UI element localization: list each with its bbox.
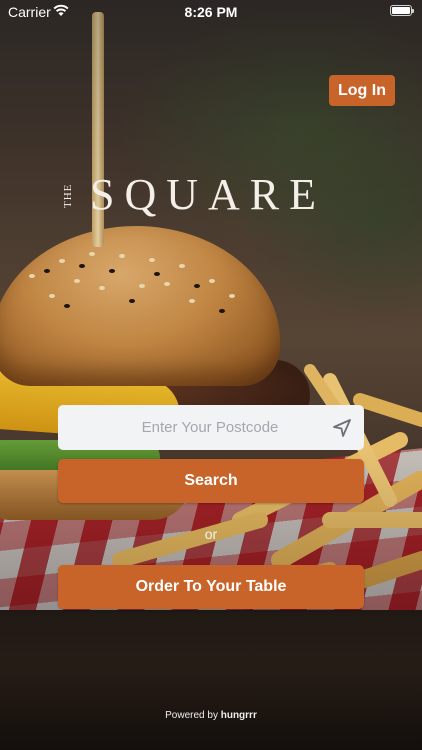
logo-prefix: THE (62, 183, 74, 209)
background-food-photo (0, 0, 422, 750)
or-divider: or (204, 526, 218, 542)
powered-by-footer: Powered by hungrrr (0, 710, 422, 721)
logo-name: SQUARE (90, 170, 327, 219)
order-to-table-button[interactable]: Order To Your Table (58, 565, 364, 609)
powered-by-brand[interactable]: hungrrr (221, 710, 257, 721)
search-button[interactable]: Search (58, 459, 364, 503)
login-button[interactable]: Log In (329, 75, 395, 106)
postcode-input[interactable] (58, 405, 328, 450)
restaurant-logo: THE SQUARE (58, 170, 368, 220)
postcode-field (58, 405, 364, 450)
location-arrow-icon[interactable] (332, 418, 352, 438)
status-time: 8:26 PM (184, 4, 238, 20)
status-bar: Carrier 8:26 PM (0, 0, 422, 24)
powered-by-prefix: Powered by (165, 710, 221, 721)
photo-overlay (0, 0, 422, 750)
app-screen: Carrier 8:26 PM Log In THE SQUARE Search… (0, 0, 422, 750)
battery-icon (390, 5, 414, 16)
